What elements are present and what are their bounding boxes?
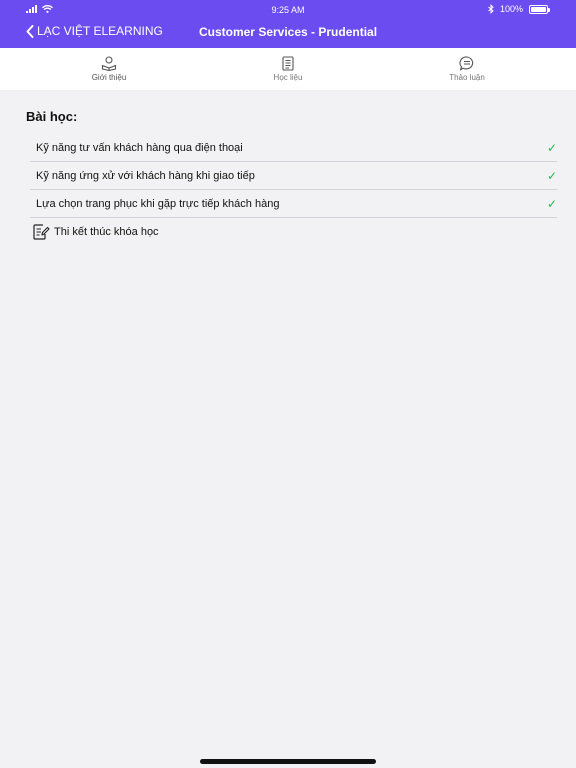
lesson-item[interactable]: Kỹ năng ứng xử với khách hàng khi giao t… <box>30 162 557 190</box>
lesson-list: Kỹ năng tư vấn khách hàng qua điện thoại… <box>30 134 557 246</box>
app-header: 9:25 AM 100% LẠC VIỆT ELEARNING Customer… <box>0 0 576 48</box>
tab-label: Thảo luận <box>449 73 485 82</box>
lesson-title: Lựa chọn trang phục khi gặp trực tiếp kh… <box>36 197 280 210</box>
tab-thao-luan[interactable]: Thảo luận <box>378 48 556 90</box>
completed-check-icon: ✓ <box>546 196 557 211</box>
main-content: Bài học: Kỹ năng tư vấn khách hàng qua đ… <box>0 92 576 768</box>
reader-icon <box>101 56 117 71</box>
tab-hoc-lieu[interactable]: Học liệu <box>199 48 377 90</box>
lesson-title: Kỹ năng tư vấn khách hàng qua điện thoại <box>36 141 243 154</box>
bluetooth-icon <box>488 4 494 14</box>
tab-bar: Giới thiệu Học liệu Thảo luận <box>0 48 576 138</box>
battery-icon <box>529 4 550 14</box>
battery-percent: 100% <box>499 4 523 14</box>
status-right: 100% <box>488 4 550 14</box>
completed-check-icon: ✓ <box>546 168 557 183</box>
tab-label: Giới thiệu <box>91 73 127 82</box>
exam-edit-icon <box>33 224 50 240</box>
home-indicator[interactable] <box>200 759 376 764</box>
status-bar: 9:25 AM 100% <box>0 0 576 20</box>
chat-bubble-icon <box>459 56 474 71</box>
final-exam-item[interactable]: Thi kết thúc khóa học <box>30 218 557 246</box>
tab-label: Học liệu <box>273 73 303 82</box>
document-icon <box>282 56 294 71</box>
tab-gioi-thieu[interactable]: Giới thiệu <box>20 48 198 90</box>
final-exam-label: Thi kết thúc khóa học <box>54 226 159 238</box>
lessons-heading: Bài học: <box>26 109 78 124</box>
nav-bar: LẠC VIỆT ELEARNING Customer Services - P… <box>0 20 576 46</box>
lesson-item[interactable]: Lựa chọn trang phục khi gặp trực tiếp kh… <box>30 190 557 218</box>
completed-check-icon: ✓ <box>546 140 557 155</box>
lesson-item[interactable]: Kỹ năng tư vấn khách hàng qua điện thoại… <box>30 134 557 162</box>
lesson-title: Kỹ năng ứng xử với khách hàng khi giao t… <box>36 169 255 182</box>
page-title: Customer Services - Prudential <box>198 25 378 39</box>
